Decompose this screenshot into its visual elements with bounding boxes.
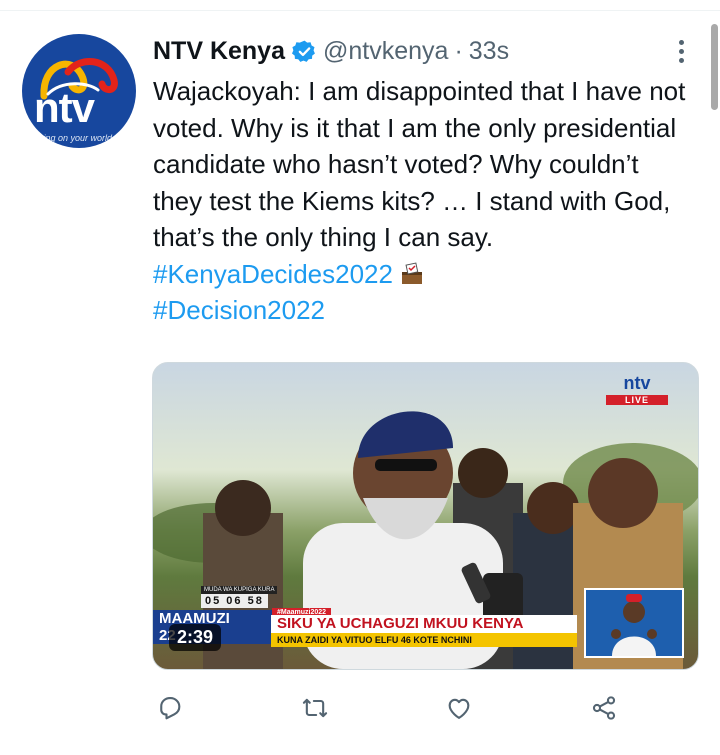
reply-icon <box>160 697 181 720</box>
more-dot <box>678 48 684 54</box>
more-dot <box>678 57 684 63</box>
top-divider <box>0 0 720 11</box>
more-icon[interactable] <box>670 34 692 68</box>
like-icon <box>448 698 470 719</box>
live-label: LIVE <box>606 395 668 405</box>
tweet-header: NTV Kenya @ntvkenya · 33s <box>153 34 509 68</box>
reply-button[interactable] <box>152 690 188 726</box>
sign-language-interpreter-box <box>584 588 684 658</box>
avatar[interactable]: ntv turning on your world <box>22 34 136 148</box>
ballot-box-emoji <box>401 261 422 284</box>
hashtag-decision2022[interactable]: #Decision2022 <box>153 295 325 325</box>
scrollbar[interactable] <box>711 24 718 110</box>
channel-logo: ntv <box>623 373 651 393</box>
interpreter-graphic <box>611 594 657 656</box>
share-button[interactable] <box>586 690 622 726</box>
ntv-live-badge: ntv LIVE <box>606 373 668 405</box>
more-dot <box>678 39 684 45</box>
share-icon <box>592 696 616 720</box>
hashtag-kenyadecides2022[interactable]: #KenyaDecides2022 <box>153 259 393 289</box>
author-name[interactable]: NTV Kenya <box>153 37 285 66</box>
countdown-label: MUDA WA KUPIGA KURA <box>201 586 278 594</box>
avatar-logo-text: ntv <box>34 84 95 131</box>
author-handle[interactable]: @ntvkenya <box>323 37 448 66</box>
avatar-slogan: turning on your world <box>28 133 113 143</box>
tweet-actions <box>152 690 622 726</box>
video-thumbnail[interactable]: ntv LIVE MUDA WA KUPIGA KURA 05 06 58 MA… <box>152 362 699 670</box>
separator-dot: · <box>454 36 463 65</box>
news-headline: SIKU YA UCHAGUZI MKUU KENYA <box>271 615 577 633</box>
like-button[interactable] <box>441 690 477 726</box>
retweet-icon <box>302 698 327 718</box>
retweet-button[interactable] <box>297 690 333 726</box>
countdown-value: 05 06 58 <box>201 594 268 608</box>
verified-badge-icon <box>291 40 315 62</box>
news-subheadline: KUNA ZAIDI YA VITUO ELFU 46 KOTE NCHINI <box>271 633 577 647</box>
tweet-text: Wajackoyah: I am disappointed that I hav… <box>153 73 693 329</box>
tweet-timestamp[interactable]: 33s <box>469 37 509 66</box>
tweet-body: Wajackoyah: I am disappointed that I hav… <box>153 76 686 252</box>
video-duration: 2:39 <box>169 624 222 651</box>
